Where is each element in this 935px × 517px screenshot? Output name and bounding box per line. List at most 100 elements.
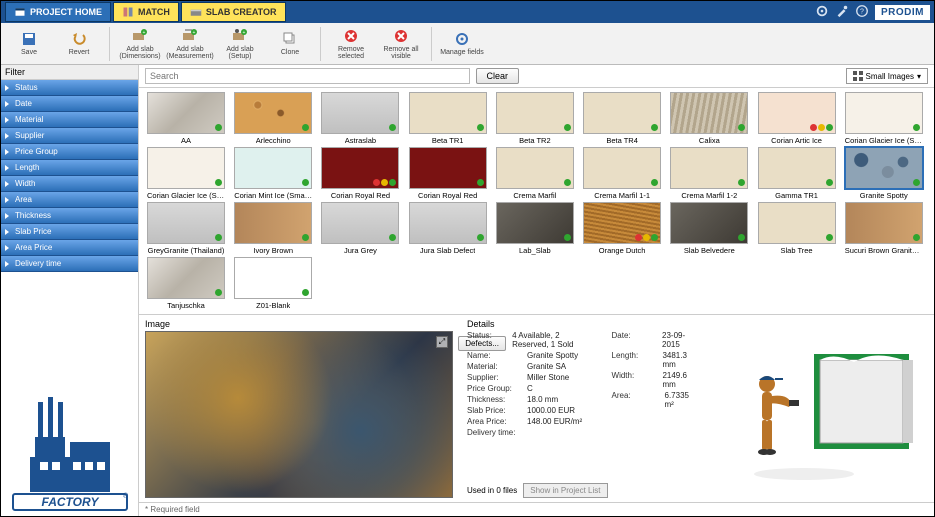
slab-thumb[interactable]	[496, 147, 574, 189]
slab-thumb[interactable]	[321, 92, 399, 134]
search-input[interactable]	[145, 68, 470, 84]
slab-card[interactable]: Crema Marfil 1-1	[581, 147, 663, 200]
slab-thumb[interactable]	[409, 202, 487, 244]
revert-button[interactable]: Revert	[55, 24, 103, 64]
slab-card[interactable]: Beta TR1	[407, 92, 489, 145]
detail-row: Delivery time:	[467, 428, 594, 437]
show-in-project-list-button[interactable]: Show in Project List	[523, 483, 607, 498]
slab-thumb[interactable]	[321, 147, 399, 189]
slab-card[interactable]: Astraslab	[319, 92, 401, 145]
slab-thumb[interactable]	[845, 202, 923, 244]
slab-thumb[interactable]	[409, 92, 487, 134]
slab-thumb[interactable]	[234, 257, 312, 299]
slab-card[interactable]: Granite Spotty	[843, 147, 925, 200]
slab-card[interactable]: Arlecchino	[232, 92, 314, 145]
slab-card[interactable]: Corian Royal Red	[319, 147, 401, 200]
filter-item-length[interactable]: Length	[1, 160, 138, 176]
slab-card[interactable]: Slab Belvedere	[668, 202, 750, 255]
slab-card[interactable]: Jura Grey	[319, 202, 401, 255]
slab-thumb[interactable]	[409, 147, 487, 189]
slab-card[interactable]: Sucuri Brown Granite (Pol...	[843, 202, 925, 255]
slab-card[interactable]: Ivory Brown	[232, 202, 314, 255]
save-button[interactable]: Save	[5, 24, 53, 64]
filter-item-date[interactable]: Date	[1, 96, 138, 112]
slab-thumb[interactable]	[496, 202, 574, 244]
filter-item-supplier[interactable]: Supplier	[1, 128, 138, 144]
slab-card[interactable]: Corian Artic Ice	[756, 92, 838, 145]
slab-card[interactable]: Corian Glacier Ice (Small 76)	[843, 92, 925, 145]
expand-icon[interactable]: ⤢	[436, 336, 448, 348]
slab-thumb[interactable]	[147, 147, 225, 189]
slab-thumb[interactable]	[670, 147, 748, 189]
slab-thumb[interactable]	[670, 202, 748, 244]
filter-item-status[interactable]: Status	[1, 80, 138, 96]
slab-card[interactable]: Gamma TR1	[756, 147, 838, 200]
slab-card[interactable]: Corian Glacier Ice (Small 93)	[145, 147, 227, 200]
slab-thumb[interactable]	[758, 92, 836, 134]
slab-thumb[interactable]	[758, 147, 836, 189]
filter-item-width[interactable]: Width	[1, 176, 138, 192]
slab-thumb[interactable]	[234, 92, 312, 134]
remove-selected-button[interactable]: Remove selected	[327, 24, 375, 64]
slab-thumb[interactable]	[845, 147, 923, 189]
help-icon[interactable]: ?	[855, 4, 869, 20]
filter-item-area[interactable]: Area	[1, 192, 138, 208]
slab-card[interactable]: Jura Slab Defect	[407, 202, 489, 255]
slab-card[interactable]: Calixa	[668, 92, 750, 145]
filter-item-price-group[interactable]: Price Group	[1, 144, 138, 160]
slab-card[interactable]: Tanjuschka	[145, 257, 227, 310]
filter-item-delivery-time[interactable]: Delivery time	[1, 256, 138, 272]
filter-item-material[interactable]: Material	[1, 112, 138, 128]
slab-thumb[interactable]	[583, 147, 661, 189]
slab-thumb[interactable]	[583, 92, 661, 134]
slab-thumb[interactable]	[147, 202, 225, 244]
slab-card[interactable]: Z01-Blank	[232, 257, 314, 310]
slab-caption: Beta TR2	[519, 136, 551, 145]
slab-card[interactable]: Orange Dutch	[581, 202, 663, 255]
view-mode-select[interactable]: Small Images ▾	[846, 68, 928, 84]
slab-card[interactable]: Corian Mint Ice (Small 76)	[232, 147, 314, 200]
slab-card[interactable]: Beta TR2	[494, 92, 576, 145]
tab-match[interactable]: MATCH	[113, 2, 179, 22]
add-slab-meas-button[interactable]: + Add slab (Measurement)	[166, 24, 214, 64]
slab-thumb[interactable]	[845, 92, 923, 134]
detail-row: Material:Granite SA	[467, 362, 594, 371]
slab-thumb[interactable]	[670, 92, 748, 134]
filter-item-thickness[interactable]: Thickness	[1, 208, 138, 224]
slab-card[interactable]: Crema Marfil 1-2	[668, 147, 750, 200]
filter-item-slab-price[interactable]: Slab Price	[1, 224, 138, 240]
status-dot	[389, 179, 396, 186]
settings-icon[interactable]	[815, 4, 829, 20]
slab-thumb[interactable]	[321, 202, 399, 244]
slab-card[interactable]: Crema Marfil	[494, 147, 576, 200]
status-dot	[826, 124, 833, 131]
clear-button[interactable]: Clear	[476, 68, 520, 84]
preview-image[interactable]: ⤢ Defects...	[145, 331, 453, 498]
slab-thumb[interactable]	[147, 92, 225, 134]
detail-value: 2149.6 mm	[662, 371, 696, 389]
manage-fields-button[interactable]: Manage fields	[438, 24, 486, 64]
tools-icon[interactable]	[835, 4, 849, 20]
slab-card[interactable]: Beta TR4	[581, 92, 663, 145]
slab-card[interactable]: GreyGranite (Thailand)	[145, 202, 227, 255]
slab-thumb[interactable]	[234, 147, 312, 189]
slab-thumb[interactable]	[758, 202, 836, 244]
detail-key: Supplier:	[467, 373, 523, 382]
slab-thumb[interactable]	[234, 202, 312, 244]
tab-project-home[interactable]: PROJECT HOME	[5, 2, 111, 22]
slab-thumb[interactable]	[147, 257, 225, 299]
slab-card[interactable]: Slab Tree	[756, 202, 838, 255]
slab-card[interactable]: Corian Royal Red	[407, 147, 489, 200]
slab-thumb[interactable]	[496, 92, 574, 134]
filter-item-area-price[interactable]: Area Price	[1, 240, 138, 256]
slab-card[interactable]: Lab_Slab	[494, 202, 576, 255]
clone-button[interactable]: Clone	[266, 24, 314, 64]
slab-card[interactable]: AA	[145, 92, 227, 145]
tab-slab-creator[interactable]: SLAB CREATOR	[181, 2, 286, 22]
status-dot	[215, 234, 222, 241]
add-slab-setup-button[interactable]: + Add slab (Setup)	[216, 24, 264, 64]
slab-thumb[interactable]	[583, 202, 661, 244]
remove-all-button[interactable]: Remove all visible	[377, 24, 425, 64]
add-slab-dim-button[interactable]: + Add slab (Dimensions)	[116, 24, 164, 64]
slab-caption: Beta TR4	[606, 136, 638, 145]
